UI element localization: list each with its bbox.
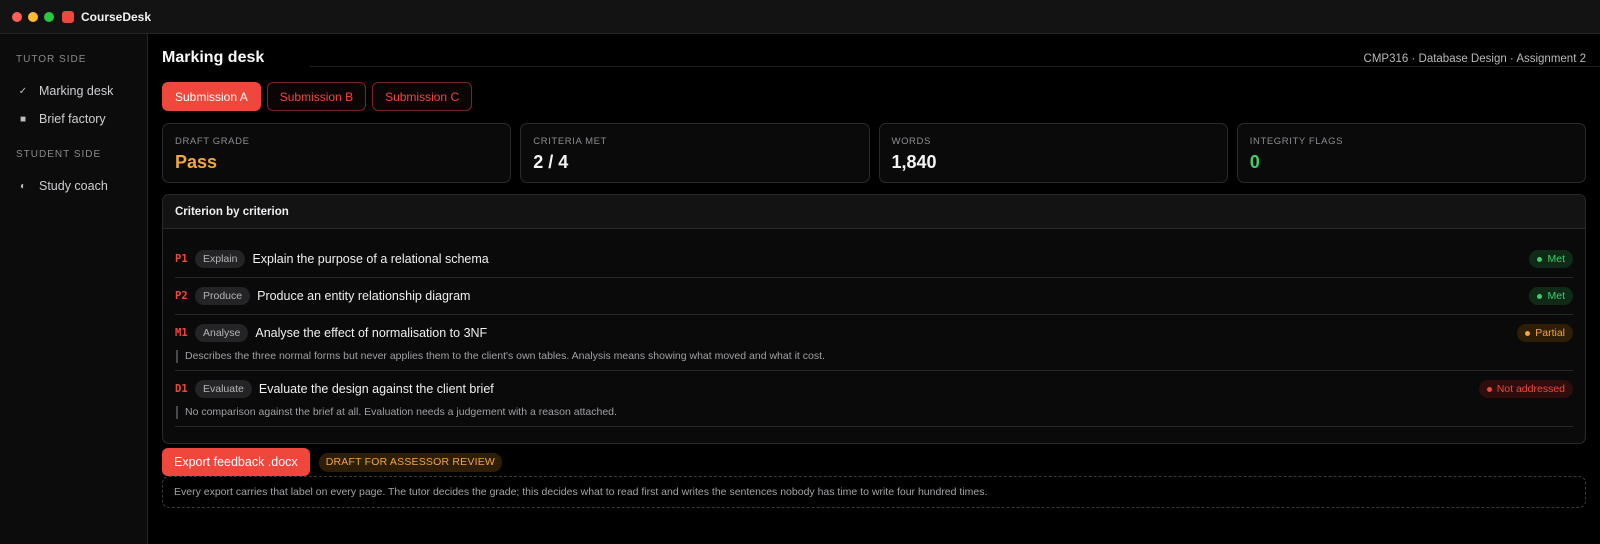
- criterion-code: M1: [175, 327, 188, 339]
- export-feedback-button[interactable]: Export feedback .docx: [162, 448, 310, 476]
- maximize-window-button[interactable]: [44, 11, 54, 22]
- app-title: CourseDesk: [81, 9, 152, 24]
- status-dot-icon: [1525, 330, 1531, 336]
- sidebar-item-label: Study coach: [39, 179, 108, 193]
- minimize-window-button[interactable]: [28, 11, 38, 22]
- stat-label: DRAFT GRADE: [175, 136, 250, 147]
- criterion-row[interactable]: P1 Explain Explain the purpose of a rela…: [175, 241, 1573, 278]
- tab-submission-b[interactable]: Submission B: [266, 82, 367, 111]
- sidebar-item-label: Brief factory: [39, 112, 106, 126]
- sidebar-item-label: Marking desk: [39, 84, 114, 98]
- close-window-button[interactable]: [12, 11, 22, 22]
- page-title: Marking desk: [162, 49, 265, 66]
- status-badge: Met: [1529, 250, 1573, 268]
- criterion-code: P1: [175, 253, 188, 265]
- criteria-heading: Criterion by criterion: [163, 195, 1585, 229]
- status-badge: Not addressed: [1478, 380, 1573, 398]
- check-icon: ✓: [18, 85, 28, 97]
- stat-card-words: WORDS 1,840: [878, 123, 1228, 183]
- tab-submission-a[interactable]: Submission A: [162, 82, 261, 111]
- status-badge: Met: [1529, 287, 1573, 305]
- sidebar-item-marking-desk[interactable]: ✓ Marking desk: [0, 77, 147, 105]
- stat-value: 0: [1249, 152, 1260, 172]
- course-label: CMP316 · Database Design · Assignment 2: [1363, 53, 1586, 65]
- app-logo-icon: [62, 10, 74, 23]
- command-verb-chip: Evaluate: [195, 380, 252, 398]
- stat-label: CRITERIA MET: [533, 136, 607, 147]
- stat-value: 1,840: [891, 152, 937, 172]
- criteria-panel: Criterion by criterion P1 Explain Explai…: [162, 194, 1586, 444]
- stat-card-integrity-flags: INTEGRITY FLAGS 0: [1236, 123, 1586, 183]
- stats-row: DRAFT GRADE Pass CRITERIA MET 2 / 4 WORD…: [162, 123, 1586, 183]
- criteria-list: P1 Explain Explain the purpose of a rela…: [163, 229, 1585, 427]
- criterion-row[interactable]: M1 Analyse Analyse the effect of normali…: [175, 315, 1573, 371]
- criterion-row[interactable]: P2 Produce Produce an entity relationshi…: [175, 278, 1573, 315]
- criterion-feedback-note: Describes the three normal forms but nev…: [176, 350, 1573, 363]
- status-label: Not addressed: [1496, 383, 1565, 395]
- stat-card-criteria-met: CRITERIA MET 2 / 4: [520, 123, 870, 183]
- criterion-text: Analyse the effect of normalisation to 3…: [255, 326, 488, 340]
- page-header: Marking desk CMP316 · Database Design · …: [162, 49, 1586, 71]
- sidebar-section-tutor: TUTOR SIDE: [16, 54, 87, 65]
- status-dot-icon: [1537, 256, 1543, 262]
- command-verb-chip: Analyse: [195, 324, 249, 342]
- title-bar: CourseDesk: [0, 0, 1600, 34]
- criterion-feedback-note: No comparison against the brief at all. …: [176, 406, 1573, 419]
- sidebar-item-study-coach[interactable]: ◐ Study coach: [0, 172, 147, 200]
- half-circle-icon: ◐: [19, 180, 27, 192]
- draft-badge: DRAFT FOR ASSESSOR REVIEW: [318, 452, 503, 472]
- tab-submission-c[interactable]: Submission C: [372, 82, 473, 111]
- stat-value: 2 / 4: [533, 152, 569, 172]
- status-label: Met: [1547, 253, 1565, 265]
- sidebar: TUTOR SIDE ✓ Marking desk ■ Brief factor…: [0, 34, 148, 544]
- command-verb-chip: Produce: [195, 287, 251, 305]
- status-dot-icon: [1486, 386, 1492, 392]
- sidebar-section-student: STUDENT SIDE: [16, 149, 102, 160]
- criterion-text: Explain the purpose of a relational sche…: [252, 252, 489, 266]
- stat-card-draft-grade: DRAFT GRADE Pass: [162, 123, 512, 183]
- sidebar-item-brief-factory[interactable]: ■ Brief factory: [0, 105, 147, 133]
- criterion-row[interactable]: D1 Evaluate Evaluate the design against …: [175, 371, 1573, 427]
- criterion-code: P2: [175, 290, 188, 302]
- status-badge: Partial: [1517, 324, 1573, 342]
- stat-label: WORDS: [891, 136, 931, 147]
- stat-label: INTEGRITY FLAGS: [1249, 136, 1344, 147]
- criterion-text: Produce an entity relationship diagram: [257, 289, 471, 303]
- status-label: Met: [1547, 290, 1565, 302]
- status-dot-icon: [1537, 293, 1543, 299]
- stat-value: Pass: [175, 152, 218, 172]
- actions-row: Export feedback .docx DRAFT FOR ASSESSOR…: [162, 448, 503, 476]
- command-verb-chip: Explain: [195, 250, 246, 268]
- square-icon: ■: [19, 113, 27, 125]
- status-label: Partial: [1535, 327, 1565, 339]
- criterion-text: Evaluate the design against the client b…: [258, 382, 494, 396]
- criterion-code: D1: [175, 383, 188, 395]
- export-disclaimer: Every export carries that label on every…: [162, 476, 1586, 508]
- submission-tabs: Submission A Submission B Submission C: [162, 82, 473, 111]
- window-controls: [12, 11, 54, 22]
- main-content: Marking desk CMP316 · Database Design · …: [162, 34, 1586, 544]
